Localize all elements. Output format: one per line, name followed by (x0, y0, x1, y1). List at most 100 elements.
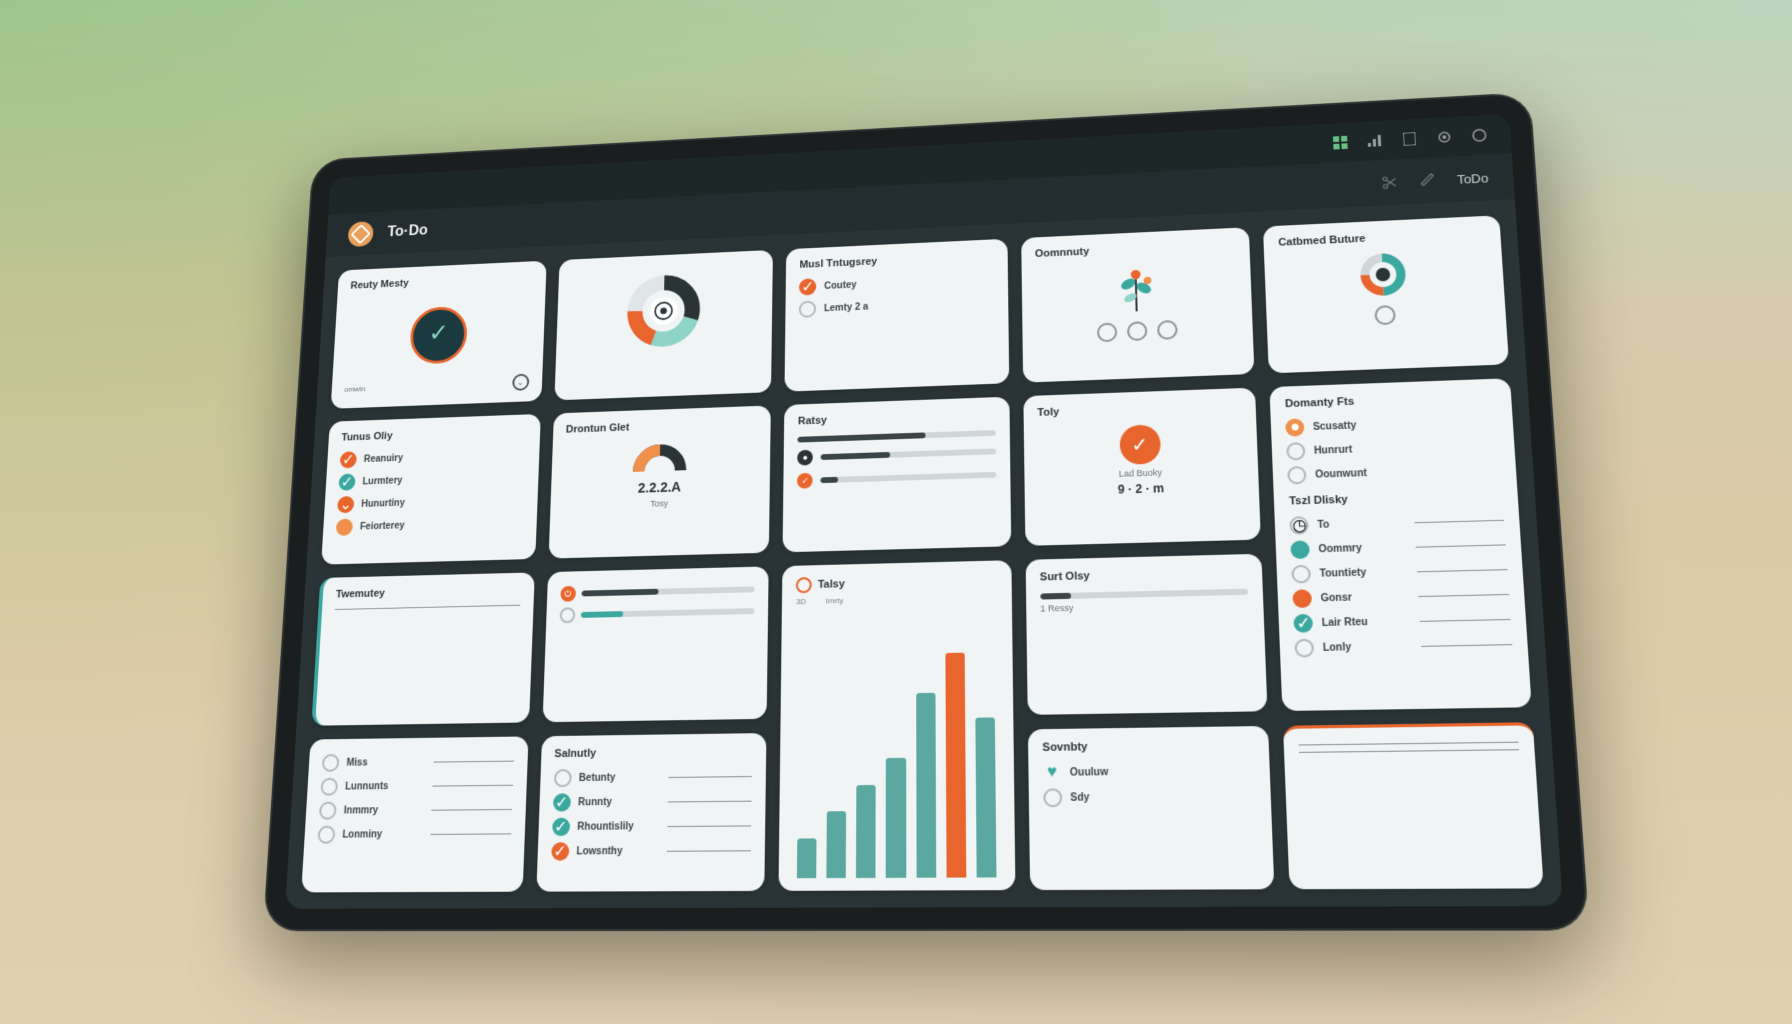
grid-icon[interactable] (1330, 133, 1351, 153)
bar-chart-icon (793, 606, 1000, 879)
clock-icon: ◷ (1290, 516, 1310, 535)
donut-small-icon (1355, 248, 1411, 300)
teal3-title: Twemutey (336, 584, 521, 600)
target-icon (796, 577, 812, 593)
heart-icon: ♥ (1043, 763, 1062, 782)
list-item (1299, 746, 1519, 756)
badge-icon (1374, 305, 1396, 325)
circle-icon (1293, 589, 1313, 608)
check-icon: ✓ (551, 842, 569, 861)
simple-title: Surt Olsy (1040, 566, 1248, 583)
chevron-down-icon[interactable]: ⌄ (512, 374, 529, 391)
circle-icon (559, 607, 575, 623)
list-item[interactable]: ✓Lowsnthy (551, 838, 751, 864)
plan-card[interactable]: Musl Tntugsrey ✓ Coutey Lemty 2 a (785, 239, 1009, 392)
today-title: Toly (1037, 400, 1242, 419)
donut-chart-card[interactable] (554, 250, 773, 401)
check-badge-icon: ✓ (1119, 424, 1161, 465)
list-item[interactable]: Lonly (1295, 632, 1513, 661)
gauge-title: Drontun Glet (566, 417, 758, 435)
teal-accent-card[interactable]: Twemutey (311, 572, 534, 725)
gauge-icon (631, 437, 689, 477)
donut-chart-icon (621, 268, 707, 355)
list-item[interactable]: Feiorterey (336, 511, 524, 539)
tasks2-title: Domanty Fts (1285, 391, 1497, 410)
progress-card[interactable]: Ratsy ● ✓ (783, 397, 1011, 553)
circle-icon (1288, 466, 1308, 485)
tasks1-title: Tunus Oliy (341, 426, 527, 444)
check-icon: ✓ (552, 793, 570, 811)
bar-chart-card[interactable]: Talsy 3D Imrty (779, 560, 1016, 891)
list-item (335, 602, 520, 613)
plant-icon (1106, 260, 1165, 318)
simple-footer: 1 Ressy (1040, 599, 1249, 614)
doc-icon[interactable] (1399, 129, 1421, 149)
badge-icon (1126, 321, 1147, 341)
circle-icon (319, 802, 337, 820)
list-item[interactable]: Miss (321, 749, 514, 775)
circle-icon (1292, 565, 1312, 584)
tasks-card-1[interactable]: Tunus Oliy ✓Reanuiry ✓Lurmtery ⌄Hunurtin… (321, 414, 540, 565)
list4-title: Salnutly (554, 745, 752, 760)
list-item[interactable]: ✓Rhountislily (552, 813, 752, 839)
nav-section-title: ToDo (1456, 170, 1488, 186)
circle-icon (322, 754, 340, 772)
circle-icon (336, 518, 353, 535)
checkmark-icon: ✓ (428, 318, 449, 347)
chevron-down-icon: ⌄ (337, 496, 354, 513)
circle-icon: ● (1286, 418, 1305, 436)
circle-icon (553, 769, 571, 787)
tasks-card-2[interactable]: Domanty Fts ●Scusatty Hunrurt Oounwunt T… (1270, 378, 1532, 711)
check-icon: ✓ (1294, 614, 1314, 633)
badge-icon (1096, 322, 1116, 342)
list-item[interactable]: ♥Ouuluw (1043, 758, 1256, 786)
clock-icon: ✓ (409, 305, 468, 364)
edit-icon[interactable] (1417, 171, 1439, 191)
app-title: To·Do (387, 223, 428, 241)
list-item[interactable]: Sdy (1043, 783, 1257, 810)
app-logo-icon[interactable] (343, 217, 378, 252)
check-icon: ✓ (340, 451, 357, 468)
donut2-title: Catbmed Buture (1278, 227, 1486, 248)
bar-title: Talsy (818, 578, 845, 591)
list-card-4[interactable]: Salnutly Betunty ✓Runnty ✓Rhountislily ✓… (536, 733, 767, 892)
plant-title: Oomnnuty (1035, 239, 1236, 260)
gear-icon[interactable] (1434, 127, 1456, 147)
check-icon: ✓ (338, 473, 355, 490)
clock-title: Reuty Mesty (350, 272, 533, 291)
list-item[interactable]: ✓Runnty (552, 788, 751, 814)
dashboard-grid: Reuty Mesty ✓ omwin ⌄ Musl Tntugsrey (285, 199, 1563, 909)
scissors-icon[interactable] (1378, 173, 1400, 193)
circle-icon (1295, 639, 1315, 658)
list-item[interactable]: Betunty (553, 764, 752, 791)
gauge-card[interactable]: Drontun Glet 2.2.2.A Tosy (548, 405, 771, 558)
donut-small-card[interactable]: Catbmed Buture (1263, 215, 1509, 373)
clock-footer: omwin (344, 384, 365, 393)
list-card-6[interactable] (1283, 722, 1543, 889)
list-item[interactable]: Inmmry (319, 797, 513, 823)
tablet-device: To·Do ToDo Reuty Mesty ✓ omwin ⌄ (263, 92, 1590, 931)
dot-icon: ● (797, 450, 813, 466)
plant-card[interactable]: Oomnnuty (1021, 227, 1255, 382)
badge-icon (1157, 320, 1178, 340)
simple-progress-card[interactable]: Surt Olsy 1 Ressy (1025, 554, 1268, 715)
list-card-3[interactable]: Miss Lunnunts Inmmry Lonminy (301, 736, 528, 892)
signal-icon (1364, 131, 1385, 151)
circle-icon (317, 826, 335, 844)
today-card[interactable]: Toly ✓ Lad Buoky 9 · 2 · m (1023, 388, 1261, 546)
slider-card[interactable]: ⏻ (542, 566, 769, 722)
list-card-5[interactable]: Sovnbty ♥Ouuluw Sdy (1028, 726, 1275, 890)
list-item[interactable]: Lonminy (317, 821, 511, 847)
circle-icon (320, 778, 338, 796)
circle-icon (799, 300, 816, 317)
gauge-value: 2.2.2.A (564, 477, 757, 498)
check-icon: ✓ (799, 278, 816, 295)
circle-icon (1287, 442, 1306, 460)
list-item[interactable]: Lunnunts (320, 773, 513, 799)
circle-icon (1043, 788, 1062, 807)
screen: To·Do ToDo Reuty Mesty ✓ omwin ⌄ (285, 114, 1563, 909)
clock-card[interactable]: Reuty Mesty ✓ omwin ⌄ (331, 261, 547, 409)
circle-icon (1291, 540, 1311, 559)
power-icon: ⏻ (560, 586, 576, 602)
more-icon[interactable] (1468, 125, 1490, 145)
